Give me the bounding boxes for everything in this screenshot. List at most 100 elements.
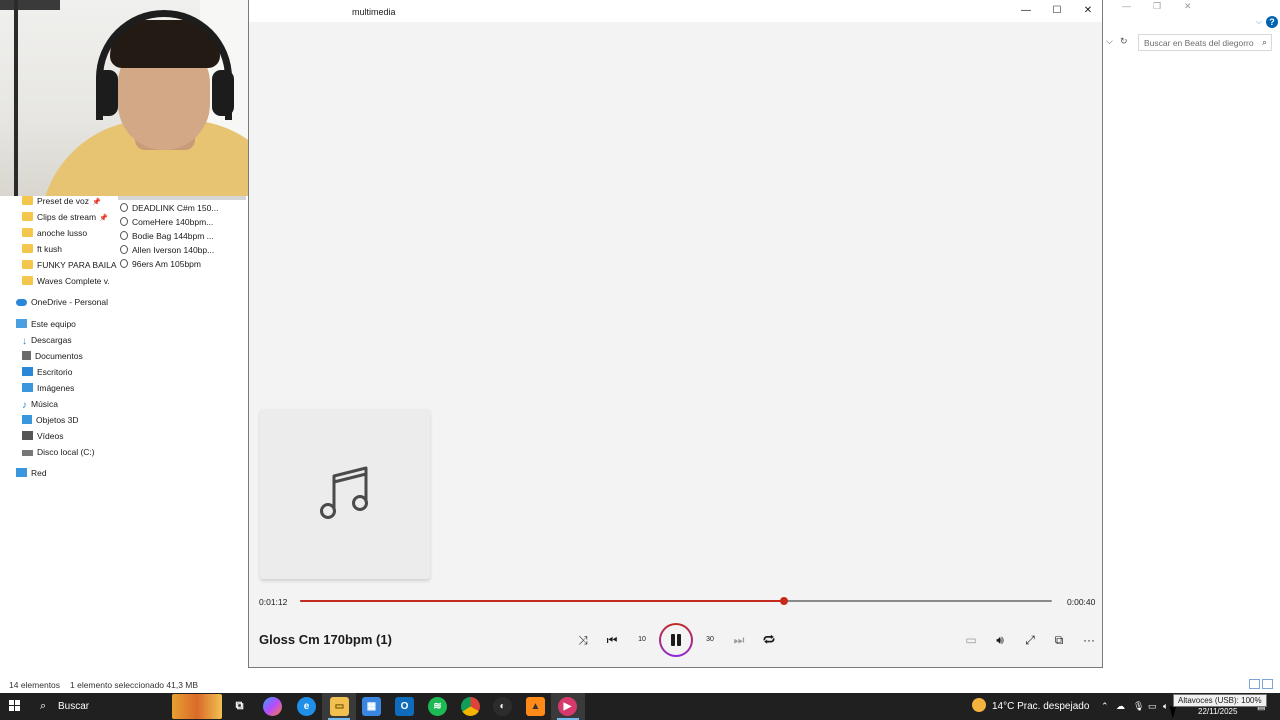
pause-button[interactable] <box>659 623 693 657</box>
refresh-icon[interactable]: ↻ <box>1120 36 1128 47</box>
sidebar-item-label: FUNKY PARA BAILA <box>37 260 117 270</box>
folder-icon <box>22 276 33 285</box>
sidebar-item-label: Documentos <box>35 351 83 361</box>
sidebar-item-este-equipo[interactable]: Este equipo <box>16 317 76 331</box>
file-explorer-icon[interactable]: ▭ <box>330 697 349 716</box>
audio-file-icon <box>120 231 128 240</box>
sidebar-item-waves-complete[interactable]: Waves Complete v. <box>22 274 110 288</box>
pin-icon: 📌 <box>99 215 108 222</box>
obs-icon[interactable]: ◐ <box>493 697 512 716</box>
file-item[interactable]: Allen Iverson 140bp... <box>120 243 214 257</box>
windows-start-icon[interactable] <box>9 700 21 712</box>
file-item[interactable]: ComeHere 140bpm... <box>120 215 213 229</box>
document-icon <box>22 351 31 360</box>
drive-icon <box>22 450 33 456</box>
next-button[interactable]: ⏭ <box>729 630 749 650</box>
sidebar-item-descargas[interactable]: ↓ Descargas <box>22 333 72 347</box>
details-view-icon[interactable] <box>1249 679 1260 689</box>
task-view-icon[interactable]: ⧉ <box>230 697 249 716</box>
cloud-icon <box>16 299 27 306</box>
sidebar-item-label: Descargas <box>31 335 72 345</box>
audio-file-icon <box>120 203 128 212</box>
file-item[interactable]: Bodie Bag 144bpm ... <box>120 229 214 243</box>
fullscreen-button[interactable]: ⤢ <box>1020 630 1040 650</box>
explorer-search-input[interactable]: Buscar en Beats del diegorro ⌕ <box>1138 34 1272 51</box>
search-placeholder: Buscar en Beats del diegorro <box>1144 38 1254 48</box>
maximize-icon[interactable]: ❐ <box>1153 1 1161 12</box>
minimize-button[interactable]: — <box>1011 3 1041 19</box>
sidebar-item-clips-de-stream[interactable]: Clips de stream 📌 <box>22 210 108 224</box>
music-note-icon <box>320 466 368 519</box>
volume-button[interactable]: 🔊︎ <box>990 630 1010 650</box>
time-remaining: 0:00:40 <box>1067 597 1096 607</box>
more-options-button[interactable]: ··· <box>1079 630 1099 650</box>
sidebar-item-imagenes[interactable]: Imágenes <box>22 381 74 395</box>
media-player-icon[interactable]: ▶ <box>558 697 577 716</box>
minimize-icon[interactable]: — <box>1122 1 1131 11</box>
light-stand <box>14 0 18 196</box>
repeat-button[interactable]: 🔁︎ <box>759 630 779 650</box>
sidebar-item-red[interactable]: Red <box>16 466 47 480</box>
network-tray-icon[interactable]: ▭ <box>1148 693 1157 720</box>
explorer-window-controls: — ❐ ✕ <box>1100 0 1280 14</box>
sidebar-item-musica[interactable]: ♪ Música <box>22 397 58 411</box>
file-name: DEADLINK C#m 150... <box>132 203 219 213</box>
weather-widget[interactable]: 14°C Prac. despejado <box>972 693 1089 720</box>
spotify-icon[interactable]: ≋ <box>428 697 447 716</box>
seek-bar-thumb[interactable] <box>779 597 788 605</box>
outlook-icon[interactable]: O <box>395 697 414 716</box>
onedrive-tray-icon[interactable]: ☁ <box>1116 693 1125 720</box>
sidebar-item-anoche-lusso[interactable]: anoche lusso <box>22 226 87 240</box>
mini-player-button[interactable]: ⧉ <box>1049 630 1069 650</box>
audio-file-icon <box>120 217 128 226</box>
close-icon[interactable]: ✕ <box>1184 1 1192 12</box>
tray-overflow-icon[interactable]: ⌃ <box>1101 693 1109 720</box>
taskbar-search[interactable]: ⌕ Buscar <box>32 693 172 720</box>
large-icons-view-icon[interactable] <box>1262 679 1273 689</box>
media-player-window: multimedia — ☐ ✕ 0:01:12 0:00:40 Gloss C… <box>248 0 1103 668</box>
player-titlebar: multimedia — ☐ ✕ <box>249 0 1102 22</box>
edge-icon[interactable]: e <box>297 697 316 716</box>
sidebar-item-label: ft kush <box>37 244 63 254</box>
seek-bar[interactable] <box>300 597 1052 605</box>
sidebar-item-onedrive[interactable]: OneDrive - Personal <box>16 295 108 309</box>
file-item[interactable]: 96ers Am 105bpm <box>120 257 201 271</box>
sidebar-item-label: Preset de voz <box>37 196 89 206</box>
status-selection: 1 elemento seleccionado 41,3 MB <box>70 680 199 690</box>
headphones-left-cup <box>96 70 118 116</box>
chevron-down-icon[interactable]: ⌵ <box>1256 17 1262 27</box>
sidebar-item-escritorio[interactable]: Escritorio <box>22 365 72 379</box>
time-elapsed: 0:01:12 <box>259 597 288 607</box>
skip-back-button[interactable]: 10 <box>632 630 652 650</box>
sidebar-item-ft-kush[interactable]: ft kush <box>22 242 62 256</box>
search-highlight-image[interactable] <box>172 694 222 719</box>
skip-forward-label: 30 <box>706 636 714 643</box>
close-button[interactable]: ✕ <box>1073 3 1103 19</box>
sidebar-item-disco-local[interactable]: Disco local (C:) <box>22 445 95 459</box>
store-icon[interactable]: ▦ <box>362 697 381 716</box>
maximize-button[interactable]: ☐ <box>1042 3 1072 19</box>
captions-button[interactable]: ▭ <box>961 630 981 650</box>
dropdown-arrow-icon[interactable]: ⌵ <box>1106 36 1113 47</box>
skip-forward-button[interactable]: 30 <box>700 630 720 650</box>
copilot-icon[interactable] <box>263 697 282 716</box>
sidebar-item-documentos[interactable]: Documentos <box>22 349 83 363</box>
folder-icon <box>22 260 33 269</box>
folder-icon <box>22 244 33 253</box>
fl-studio-icon[interactable]: ▲ <box>526 697 545 716</box>
chrome-icon[interactable] <box>461 697 480 716</box>
microphone-icon[interactable]: 🎙︎ <box>1133 693 1144 720</box>
help-icon[interactable]: ? <box>1266 16 1278 28</box>
speaker-icon[interactable]: 🔈︎ <box>1163 693 1168 720</box>
sidebar-item-preset-de-voz[interactable]: Preset de voz 📌 <box>22 194 101 208</box>
taskbar-search-label: Buscar <box>58 701 90 712</box>
sidebar-item-objetos-3d[interactable]: Objetos 3D <box>22 413 79 427</box>
file-item[interactable]: DEADLINK C#m 150... <box>120 201 218 215</box>
sidebar-item-videos[interactable]: Vídeos <box>22 429 63 443</box>
previous-button[interactable]: ⏮ <box>602 630 622 650</box>
sidebar-item-label: Imágenes <box>37 383 75 393</box>
pin-icon: 📌 <box>91 199 101 206</box>
shuffle-button[interactable]: ⤨ <box>573 630 593 650</box>
sidebar-item-funky-para-baila[interactable]: FUNKY PARA BAILA <box>22 258 117 272</box>
sidebar-item-label: Música <box>31 399 58 409</box>
